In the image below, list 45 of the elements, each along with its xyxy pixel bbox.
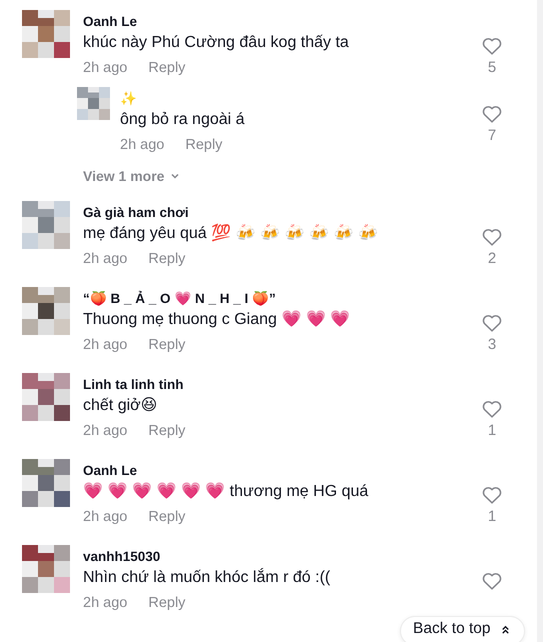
comment-text: khúc này Phú Cường đâu kog thấy ta <box>83 33 350 53</box>
timestamp: 2h ago <box>83 508 128 527</box>
heart-icon[interactable] <box>481 398 503 420</box>
comment-text: Nhìn chứ là muốn khóc lắm r đó :(( <box>83 567 332 588</box>
like-count: 7 <box>488 126 496 146</box>
timestamp: 2h ago <box>120 136 164 155</box>
username[interactable]: Linh ta linh tinh <box>83 375 472 394</box>
comment-text: ông bỏ ra ngoài á <box>120 110 246 130</box>
comment-text: chết giở😆 <box>83 396 158 416</box>
like-count: 3 <box>488 335 496 355</box>
username[interactable]: vanhh15030 <box>83 547 472 566</box>
username[interactable]: Gà già ham chơi <box>83 203 472 222</box>
comment-text: mẹ đáng yêu quá 💯 🍻 🍻 🍻 🍻 🍻 🍻 <box>83 222 379 244</box>
back-to-top-button[interactable]: Back to top <box>400 616 525 642</box>
reply-link[interactable]: Reply <box>185 134 222 156</box>
timestamp: 2h ago <box>83 59 128 78</box>
username[interactable]: ✨ <box>120 89 472 108</box>
timestamp: 2h ago <box>83 422 128 441</box>
reply-link[interactable]: Reply <box>148 57 186 79</box>
heart-icon[interactable] <box>481 484 503 506</box>
comment-text: 💗 💗 💗 💗 💗 💗 thương mẹ HG quá <box>83 482 370 502</box>
like-count: 5 <box>488 58 496 78</box>
reply-link[interactable]: Reply <box>148 248 186 270</box>
reply-link[interactable]: Reply <box>148 334 186 356</box>
chevron-down-icon <box>170 171 180 181</box>
like-count: 1 <box>488 421 496 441</box>
like-count: 2 <box>488 249 496 269</box>
heart-icon[interactable] <box>481 103 503 125</box>
double-chevron-up-icon <box>500 624 510 634</box>
comment-text: Thuong mẹ thuong c Giang 💗 💗 💗 <box>83 310 352 330</box>
username[interactable]: Oanh Le <box>83 12 472 31</box>
reply-link[interactable]: Reply <box>148 592 186 614</box>
heart-icon[interactable] <box>481 226 503 248</box>
timestamp: 2h ago <box>83 336 128 355</box>
timestamp: 2h ago <box>83 250 128 269</box>
username[interactable]: “🍑 B _ Ả _ O 💗 N _ H _ I 🍑” <box>83 289 472 308</box>
reply-link[interactable]: Reply <box>148 420 186 442</box>
reply-link[interactable]: Reply <box>148 506 186 528</box>
timestamp: 2h ago <box>83 594 128 613</box>
heart-icon[interactable] <box>481 570 503 592</box>
username[interactable]: Oanh Le <box>83 461 472 480</box>
heart-icon[interactable] <box>481 312 503 334</box>
view-more-button[interactable]: View 1 more <box>83 168 180 184</box>
heart-icon[interactable] <box>481 35 503 57</box>
like-count: 1 <box>488 507 496 527</box>
